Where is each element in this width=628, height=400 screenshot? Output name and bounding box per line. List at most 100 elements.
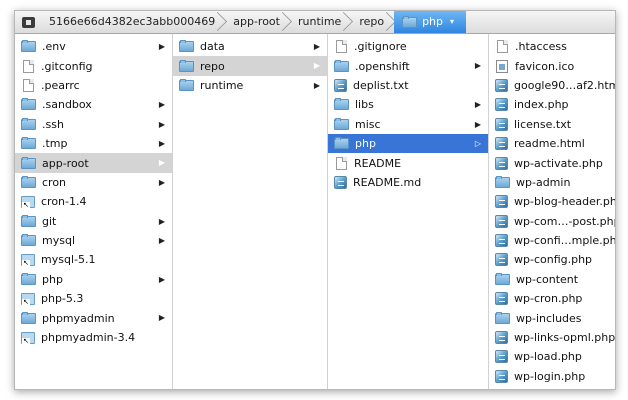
folder-icon <box>21 311 36 324</box>
item-label: wp-mail.php <box>514 389 582 390</box>
list-item[interactable]: wp-login.php <box>489 367 615 386</box>
chevron-right-icon: ▶ <box>158 235 165 245</box>
folder-icon <box>334 98 349 111</box>
path-segment-repo[interactable]: repo <box>351 11 394 33</box>
script-icon <box>495 350 508 364</box>
path-segment-php[interactable]: php ▾ <box>394 11 467 33</box>
list-item[interactable]: .ssh ▶ <box>15 115 172 134</box>
list-item[interactable]: wp-admin <box>489 173 615 192</box>
list-item[interactable]: .tmp ▶ <box>15 134 172 153</box>
item-label: mysql <box>42 234 75 248</box>
list-item[interactable]: readme.html <box>489 134 615 153</box>
item-label: wp-com…-post.php <box>514 214 615 228</box>
list-item[interactable]: wp-config.php <box>489 250 615 269</box>
chevron-right-icon: ▶ <box>158 138 165 148</box>
list-item[interactable]: libs ▶ <box>328 95 488 114</box>
list-item[interactable]: .gitconfig <box>15 56 172 75</box>
path-home-button[interactable] <box>15 11 41 33</box>
list-item[interactable]: phpmyadmin ▶ <box>15 308 172 327</box>
list-item[interactable]: google90…af2.html <box>489 76 615 95</box>
item-label: wp-admin <box>516 175 571 189</box>
list-item[interactable]: repo ▶ <box>173 56 327 76</box>
item-label: misc <box>355 117 381 131</box>
column-1[interactable]: .env ▶ .gitconfig .pearrc .sandbox ▶ .ssh ▶ .tmp… <box>15 34 173 389</box>
item-label: cron-1.4 <box>41 195 87 209</box>
folder-icon <box>495 311 510 324</box>
list-item[interactable]: .openshift ▶ <box>328 56 488 75</box>
list-item[interactable]: wp-cron.php <box>489 289 615 308</box>
list-item[interactable]: .pearrc <box>15 76 172 95</box>
list-item[interactable]: cron-1.4 <box>15 192 172 211</box>
list-item[interactable]: README.md <box>328 173 488 192</box>
list-item[interactable]: wp-content <box>489 270 615 289</box>
item-label: README.md <box>353 175 422 189</box>
item-label: .openshift <box>355 59 410 73</box>
list-item[interactable]: wp-mail.php <box>489 386 615 390</box>
item-label: cron <box>42 175 67 189</box>
chevron-right-icon: ▶ <box>158 216 165 226</box>
item-label: index.php <box>514 98 569 112</box>
script-icon <box>495 389 508 390</box>
list-item[interactable]: php-5.3 <box>15 289 172 308</box>
item-label: readme.html <box>514 137 585 151</box>
list-item[interactable]: README <box>328 153 488 172</box>
list-item[interactable]: .sandbox ▶ <box>15 95 172 114</box>
list-item[interactable]: wp-com…-post.php <box>489 212 615 231</box>
path-bar: 5166e66d4382ec3abb000469 app-root runtim… <box>15 11 615 34</box>
list-item[interactable]: runtime ▶ <box>173 76 327 95</box>
folder-icon <box>21 156 36 169</box>
list-item[interactable]: .env ▶ <box>15 37 172 56</box>
folder-icon <box>21 214 36 227</box>
item-label: libs <box>355 98 374 112</box>
item-label: wp-login.php <box>514 369 586 383</box>
list-item[interactable]: php ▶ <box>15 270 172 289</box>
item-label: .ssh <box>42 117 64 131</box>
chevron-right-icon: ▶ <box>313 61 320 71</box>
list-item[interactable]: misc ▶ <box>328 115 488 134</box>
chevron-right-icon: ▶ <box>158 100 165 110</box>
document-icon <box>23 59 34 73</box>
column-3[interactable]: .gitignore .openshift ▶ deplist.txt libs ▶ mis… <box>328 34 489 389</box>
list-item[interactable]: index.php <box>489 95 615 114</box>
column-4[interactable]: .htaccess favicon.ico google90…af2.html ind… <box>489 34 615 390</box>
item-label: .env <box>42 40 66 54</box>
item-label: .tmp <box>42 137 68 151</box>
path-segment-root[interactable]: 5166e66d4382ec3abb000469 <box>41 11 225 33</box>
list-item[interactable]: wp-confi…mple.php <box>489 231 615 250</box>
chevron-right-icon: ▶ <box>158 177 165 187</box>
folder-icon <box>334 137 349 150</box>
list-item[interactable]: wp-links-opml.php <box>489 328 615 347</box>
folder-icon <box>179 59 194 72</box>
chevron-right-icon: ▶ <box>474 119 481 129</box>
list-item[interactable]: phpmyadmin-3.4 <box>15 328 172 347</box>
chevron-right-icon: ▶ <box>158 42 165 51</box>
folder-icon <box>21 272 36 285</box>
folder-icon <box>334 117 349 130</box>
column-2[interactable]: data ▶ repo ▶ runtime ▶ <box>173 34 328 389</box>
path-segment-app-root[interactable]: app-root <box>225 11 290 33</box>
list-item[interactable]: cron ▶ <box>15 173 172 192</box>
list-item[interactable]: .gitignore <box>328 37 488 56</box>
list-item[interactable]: favicon.ico <box>489 56 615 75</box>
list-item[interactable]: git ▶ <box>15 212 172 231</box>
list-item[interactable]: wp-blog-header.php <box>489 192 615 211</box>
item-label: wp-confi…mple.php <box>514 234 615 248</box>
list-item[interactable]: wp-includes <box>489 308 615 327</box>
list-item[interactable]: license.txt <box>489 115 615 134</box>
list-item[interactable]: data ▶ <box>173 37 327 56</box>
item-label: data <box>200 40 225 54</box>
list-item[interactable]: mysql-5.1 <box>15 250 172 269</box>
path-segment-runtime[interactable]: runtime <box>290 11 351 33</box>
list-item[interactable]: app-root ▶ <box>15 153 172 173</box>
alias-icon <box>21 331 35 345</box>
list-item[interactable]: mysql ▶ <box>15 231 172 250</box>
list-item[interactable]: deplist.txt <box>328 76 488 95</box>
list-item[interactable]: .htaccess <box>489 37 615 56</box>
list-item[interactable]: wp-load.php <box>489 347 615 366</box>
list-item[interactable]: wp-activate.php <box>489 153 615 172</box>
folder-icon <box>21 40 36 53</box>
script-icon <box>495 253 508 267</box>
script-icon <box>495 214 508 228</box>
item-label: deplist.txt <box>353 78 409 92</box>
list-item[interactable]: php ▷ <box>328 133 488 154</box>
